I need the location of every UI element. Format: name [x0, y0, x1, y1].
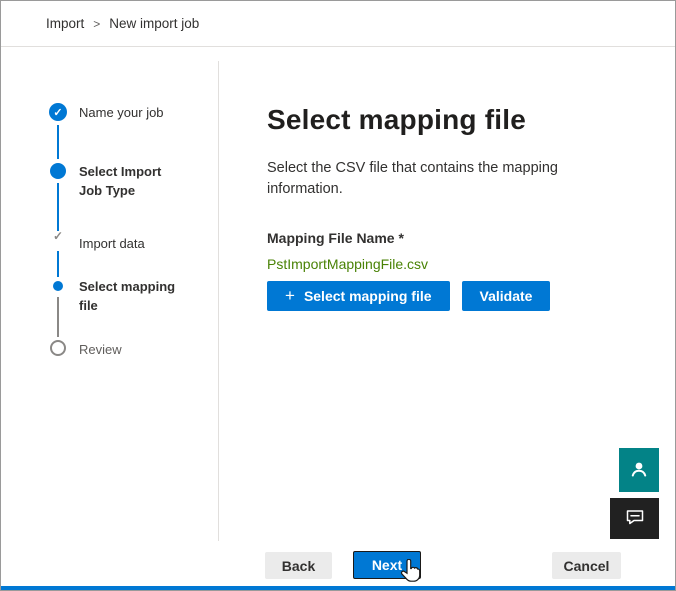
step-label: Select mapping file: [79, 277, 184, 315]
stepper-connector: [57, 183, 59, 231]
breadcrumb-current: New import job: [109, 16, 199, 31]
cancel-button[interactable]: Cancel: [552, 552, 621, 579]
step-label: Select Import Job Type: [79, 162, 184, 200]
support-button[interactable]: [619, 448, 659, 492]
plus-icon: +: [285, 287, 295, 304]
support-person-icon: [629, 459, 649, 482]
step-label: Import data: [79, 235, 145, 253]
mapping-file-actions: + Select mapping file Validate: [267, 281, 635, 311]
upcoming-step-circle-icon: [50, 340, 66, 356]
import-wizard-window: Import > New import job ✓ Name your job …: [0, 0, 676, 591]
select-mapping-file-label: Select mapping file: [304, 288, 432, 304]
stepper-connector: [57, 125, 59, 159]
step-filled-dot-icon: [50, 163, 66, 179]
validate-button[interactable]: Validate: [462, 281, 551, 311]
wizard-stepper: ✓ Name your job Select Import Job Type ✓…: [1, 47, 218, 547]
mapping-file-name-value: PstImportMappingFile.csv: [267, 256, 635, 272]
step-completed-check-icon: ✓: [49, 103, 67, 121]
stepper-connector: [57, 251, 59, 277]
step-label: Name your job: [79, 104, 164, 122]
current-step-dot-icon: [53, 281, 63, 291]
page-description: Select the CSV file that contains the ma…: [267, 158, 607, 200]
select-mapping-file-button[interactable]: + Select mapping file: [267, 281, 450, 311]
back-button[interactable]: Back: [265, 552, 332, 579]
window-bottom-accent: [1, 586, 675, 590]
feedback-chat-icon: [625, 507, 645, 530]
feedback-button[interactable]: [610, 498, 659, 539]
mapping-file-name-label: Mapping File Name *: [267, 230, 635, 246]
substep-check-icon: ✓: [51, 229, 65, 243]
stepper-connector: [57, 297, 59, 337]
breadcrumb: Import > New import job: [1, 1, 675, 47]
next-button[interactable]: Next: [353, 551, 421, 579]
page-title: Select mapping file: [267, 104, 635, 136]
step-label: Review: [79, 341, 122, 359]
main-content: Select mapping file Select the CSV file …: [219, 47, 675, 530]
breadcrumb-separator-icon: >: [93, 17, 100, 31]
validate-label: Validate: [480, 288, 533, 304]
breadcrumb-import[interactable]: Import: [46, 16, 84, 31]
